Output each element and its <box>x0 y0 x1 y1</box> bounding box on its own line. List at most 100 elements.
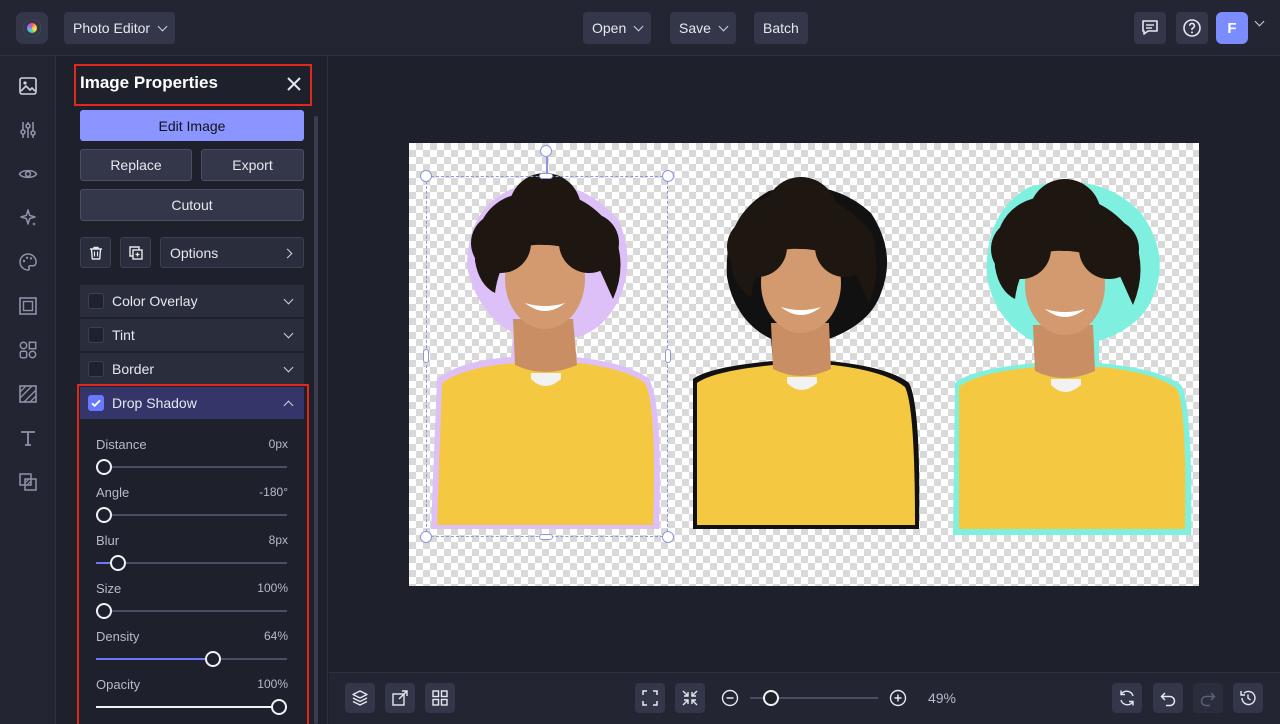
drop-shadow-checkbox[interactable] <box>88 395 104 411</box>
rail-adjustments-tool[interactable] <box>16 118 40 142</box>
export-button[interactable]: Export <box>201 149 304 181</box>
trash-icon <box>89 246 102 260</box>
person-black-outline <box>693 177 920 529</box>
distance-label: Distance <box>96 437 147 452</box>
distance-slider-thumb[interactable] <box>96 459 112 475</box>
reset-button[interactable] <box>1112 683 1142 713</box>
batch-button[interactable]: Batch <box>754 12 808 44</box>
save-button[interactable]: Save <box>670 12 736 44</box>
opacity-fill <box>96 706 279 708</box>
batch-label: Batch <box>763 20 799 36</box>
panel-title: Image Properties <box>80 73 218 92</box>
panel-scrollbar[interactable] <box>314 116 318 724</box>
color-overlay-checkbox[interactable] <box>88 293 104 309</box>
close-icon <box>287 77 301 91</box>
rail-textures-tool[interactable] <box>16 382 40 406</box>
rail-touchup-tool[interactable] <box>16 206 40 230</box>
rail-graphics-tool[interactable] <box>16 338 40 362</box>
blur-slider[interactable] <box>96 555 287 571</box>
angle-slider-thumb[interactable] <box>96 507 112 523</box>
density-fill <box>96 658 213 660</box>
zoom-in-button[interactable] <box>889 689 907 707</box>
drop-shadow-accordion[interactable]: Drop Shadow <box>80 387 304 419</box>
chevron-down-icon <box>283 294 294 305</box>
resize-handle-top-left[interactable] <box>420 170 432 182</box>
resize-handle-top-right[interactable] <box>662 170 674 182</box>
distance-slider[interactable] <box>96 459 287 475</box>
open-button[interactable]: Open <box>583 12 652 44</box>
help-button[interactable] <box>1176 12 1208 44</box>
resize-canvas-button[interactable] <box>385 683 415 713</box>
actual-size-button[interactable] <box>675 683 705 713</box>
replace-button[interactable]: Replace <box>80 149 192 181</box>
resize-handle-bottom-left[interactable] <box>420 531 432 543</box>
tint-accordion[interactable]: Tint <box>80 319 304 351</box>
density-slider[interactable] <box>96 651 287 667</box>
size-slider-thumb[interactable] <box>96 603 112 619</box>
resize-handle-bottom-right[interactable] <box>662 531 674 543</box>
color-overlay-accordion[interactable]: Color Overlay <box>80 285 304 317</box>
feedback-button[interactable] <box>1134 12 1166 44</box>
angle-label: Angle <box>96 485 130 500</box>
border-checkbox[interactable] <box>88 361 104 377</box>
size-slider[interactable] <box>96 603 287 619</box>
layers-button[interactable] <box>345 683 375 713</box>
tint-checkbox[interactable] <box>88 327 104 343</box>
undo-icon <box>1160 692 1176 707</box>
grid-button[interactable] <box>425 683 455 713</box>
edit-image-button[interactable]: Edit Image <box>80 110 304 141</box>
redo-button[interactable] <box>1193 683 1223 713</box>
rail-image-tool[interactable] <box>16 74 40 98</box>
zoom-out-button[interactable] <box>721 689 739 707</box>
opacity-slider-thumb[interactable] <box>271 699 287 715</box>
overlay-icon <box>19 473 37 491</box>
options-button[interactable]: Options <box>160 237 304 268</box>
border-accordion[interactable]: Border <box>80 353 304 385</box>
resize-handle-right[interactable] <box>665 349 671 363</box>
refresh-icon <box>1120 690 1134 706</box>
expand-icon <box>642 690 658 706</box>
rotate-handle[interactable] <box>540 145 552 157</box>
app-logo[interactable] <box>16 12 48 44</box>
size-value: 100% <box>257 581 288 595</box>
resize-handle-bottom[interactable] <box>539 534 553 540</box>
rail-text-tool[interactable] <box>16 426 40 450</box>
logo-icon <box>23 19 41 37</box>
sparkles-icon <box>20 209 36 226</box>
rail-effects-tool[interactable] <box>16 162 40 186</box>
rail-overlays-tool[interactable] <box>16 470 40 494</box>
resize-icon <box>392 690 408 706</box>
options-label: Options <box>170 244 219 261</box>
rail-artsy-tool[interactable] <box>16 250 40 274</box>
blur-label: Blur <box>96 533 120 548</box>
rail-frames-tool[interactable] <box>16 294 40 318</box>
resize-handle-left[interactable] <box>423 349 429 363</box>
angle-value: -180° <box>259 485 288 499</box>
duplicate-button[interactable] <box>120 237 151 268</box>
size-label: Size <box>96 581 122 596</box>
shapes-icon <box>19 341 37 359</box>
close-panel-button[interactable] <box>285 75 303 93</box>
blur-value: 8px <box>268 533 288 547</box>
density-slider-thumb[interactable] <box>204 651 221 667</box>
zoom-in-icon <box>889 689 907 707</box>
texture-icon <box>19 385 37 403</box>
opacity-slider[interactable] <box>96 699 287 715</box>
distance-value: 0px <box>268 437 288 451</box>
chevron-down-icon <box>157 21 168 31</box>
blur-slider-thumb[interactable] <box>110 555 126 571</box>
help-icon <box>1183 19 1201 37</box>
chevron-down-icon <box>283 362 294 373</box>
undo-button[interactable] <box>1153 683 1183 713</box>
resize-handle-top[interactable] <box>539 173 553 179</box>
avatar[interactable]: F <box>1216 12 1248 44</box>
cutout-button[interactable]: Cutout <box>80 189 304 221</box>
palette-icon <box>19 253 37 271</box>
zoom-level: 49% <box>927 690 957 706</box>
selection-box[interactable] <box>426 176 668 537</box>
angle-slider[interactable] <box>96 507 287 523</box>
app-menu-button[interactable]: Photo Editor <box>64 12 176 44</box>
delete-button[interactable] <box>80 237 111 268</box>
history-button[interactable] <box>1233 683 1263 713</box>
fit-screen-button[interactable] <box>635 683 665 713</box>
